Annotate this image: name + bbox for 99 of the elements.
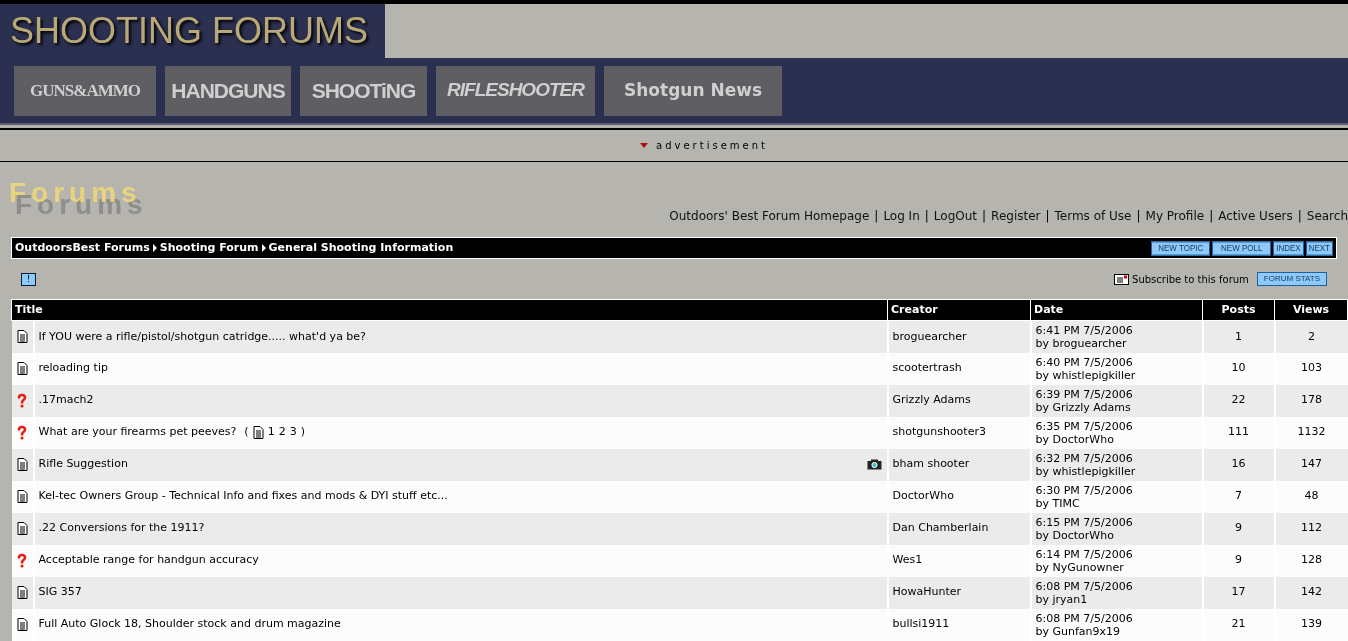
table-cell: 21 [1202, 608, 1275, 641]
topic-link[interactable]: Rifle Suggestion [38, 456, 128, 473]
table-cell-text: by Gunfan9x19 [1035, 624, 1122, 638]
table-cell-text: by jryan1 [1035, 592, 1089, 606]
table-cell: 103 [1274, 352, 1348, 385]
table-cell: 178 [1274, 384, 1348, 417]
link-separator: | [1044, 208, 1051, 225]
top-link[interactable]: My Profile [1145, 207, 1205, 225]
nav-button[interactable]: NEW TOPIC [1151, 240, 1211, 256]
document-icon [16, 618, 28, 631]
breadcrumb-link[interactable]: General Shooting Information [268, 239, 454, 257]
forum-stats-button[interactable]: FORUM STATS [1256, 272, 1327, 286]
table-cell-text: 6:35 PM 7/5/2006 [1035, 419, 1134, 433]
table-cell: 139 [1274, 608, 1348, 641]
magazine-link[interactable]: HANDGUNS [165, 65, 291, 116]
table-cell-text: 6:08 PM 7/5/2006 [1035, 579, 1134, 593]
table-cell: 147 [1274, 448, 1348, 481]
site-title: SHOOTING FORUMS [10, 9, 368, 53]
table-cell: 2 [1274, 320, 1348, 353]
document-icon [16, 362, 28, 375]
page-link[interactable]: 3 [289, 424, 297, 441]
table-cell-text: 6:30 PM 7/5/2006 [1035, 483, 1134, 497]
table-cell-text: by DoctorWho [1035, 528, 1115, 542]
top-link[interactable]: Search [1306, 207, 1348, 225]
link-separator: | [873, 208, 880, 225]
link-separator: | [1296, 208, 1303, 225]
table-cell-text: by Grizzly Adams [1035, 400, 1132, 414]
nav-button[interactable]: NEW POLL [1212, 240, 1272, 256]
magazine-link[interactable]: RIFLESHOOTER [436, 65, 595, 116]
table-cell: 112 [1274, 512, 1348, 545]
table-cell-text: 6:39 PM 7/5/2006 [1035, 387, 1134, 401]
magazine-link[interactable]: Shotgun News [604, 65, 782, 116]
document-icon [16, 490, 28, 503]
question-mark-icon [17, 393, 27, 408]
top-link[interactable]: Outdoors' Best Forum Homepage [669, 207, 870, 225]
topic-link[interactable]: .17mach2 [38, 392, 94, 409]
table-cell-text: by TIMC [1035, 496, 1081, 510]
topic-link[interactable]: What are your firearms pet peeves? [38, 424, 237, 441]
link-separator: | [923, 208, 930, 225]
table-cell-text: by NyGunowner [1035, 560, 1125, 574]
page-paren: ( [244, 424, 249, 441]
table-cell-text: by broguearcher [1035, 336, 1128, 350]
caret-icon [261, 244, 266, 252]
topic-link[interactable]: reloading tip [38, 360, 108, 377]
subscribe-link[interactable]: Subscribe to this forum [1132, 271, 1249, 287]
table-cell-text: by whistlepigkiller [1035, 464, 1137, 478]
top-link[interactable]: LogOut [933, 207, 978, 225]
column-header: Title [11, 299, 888, 321]
document-icon [16, 458, 28, 471]
top-link[interactable]: Log In [883, 207, 920, 225]
topic-link[interactable]: If YOU were a rifle/pistol/shotgun catridge..... what'd ya be? [38, 328, 366, 345]
table-cell-text: by whistlepigkiller [1035, 368, 1137, 382]
table-cell: bullsi1911 [887, 608, 1031, 641]
topic-link[interactable]: Acceptable range for handgun accuracy [38, 552, 259, 569]
link-separator: | [1208, 208, 1215, 225]
magazine-link[interactable]: GUNS&AMMO [14, 65, 156, 116]
page-link[interactable]: 2 [278, 424, 286, 441]
topic-link[interactable]: .22 Conversions for the 1911? [38, 520, 205, 537]
link-separator: | [981, 208, 988, 225]
page-paren: ) [300, 424, 305, 441]
table-cell-text: 6:32 PM 7/5/2006 [1035, 451, 1134, 465]
table-cell-text: 6:14 PM 7/5/2006 [1035, 547, 1134, 561]
nav-button[interactable]: NEXT [1305, 240, 1333, 256]
table-cell-text: 6:40 PM 7/5/2006 [1035, 355, 1134, 369]
top-link[interactable]: Register [991, 207, 1041, 225]
caret-icon [152, 244, 157, 252]
breadcrumb-link[interactable]: Shooting Forum [159, 239, 259, 257]
column-header: Posts [1202, 299, 1275, 321]
table-cell-text: 6:08 PM 7/5/2006 [1035, 611, 1134, 625]
document-icon [16, 330, 28, 344]
breadcrumb-link[interactable]: OutdoorsBest Forums [15, 239, 150, 257]
page-link[interactable]: 1 [267, 424, 275, 441]
top-link[interactable]: Terms of Use [1054, 207, 1132, 225]
column-header: Views [1274, 299, 1348, 321]
table-cell: 1132 [1274, 416, 1348, 449]
topic-link[interactable]: SIG 357 [38, 584, 82, 601]
column-header: Date [1030, 299, 1203, 321]
table-cell: 128 [1274, 544, 1348, 577]
table-cell-text: 6:41 PM 7/5/2006 [1035, 323, 1134, 337]
document-icon [16, 586, 28, 599]
advertisement-label: advertisement [656, 139, 768, 153]
column-header: Creator [887, 299, 1031, 321]
link-separator: | [1135, 208, 1142, 225]
notice-button[interactable]: ! [21, 272, 36, 286]
table-cell-text: 6:15 PM 7/5/2006 [1035, 515, 1134, 529]
table-cell: 48 [1274, 480, 1348, 513]
question-mark-icon [17, 425, 27, 440]
mail-icon [1114, 273, 1130, 285]
topic-link[interactable]: Kel-tec Owners Group - Technical Info and fixes and mods & DYI stuff etc... [38, 488, 448, 505]
document-icon [16, 522, 28, 535]
table-cell: 142 [1274, 576, 1348, 609]
topic-link[interactable]: Full Auto Glock 18, Shoulder stock and drum magazine [38, 616, 341, 633]
table-cell-text: by DoctorWho [1035, 432, 1115, 446]
question-mark-icon [17, 553, 27, 568]
triangle-icon [640, 143, 649, 148]
document-icon [252, 426, 264, 439]
nav-button[interactable]: INDEX [1273, 240, 1304, 256]
magazine-link[interactable]: SHOOTiNG [300, 65, 427, 116]
top-link[interactable]: Active Users [1218, 207, 1293, 225]
